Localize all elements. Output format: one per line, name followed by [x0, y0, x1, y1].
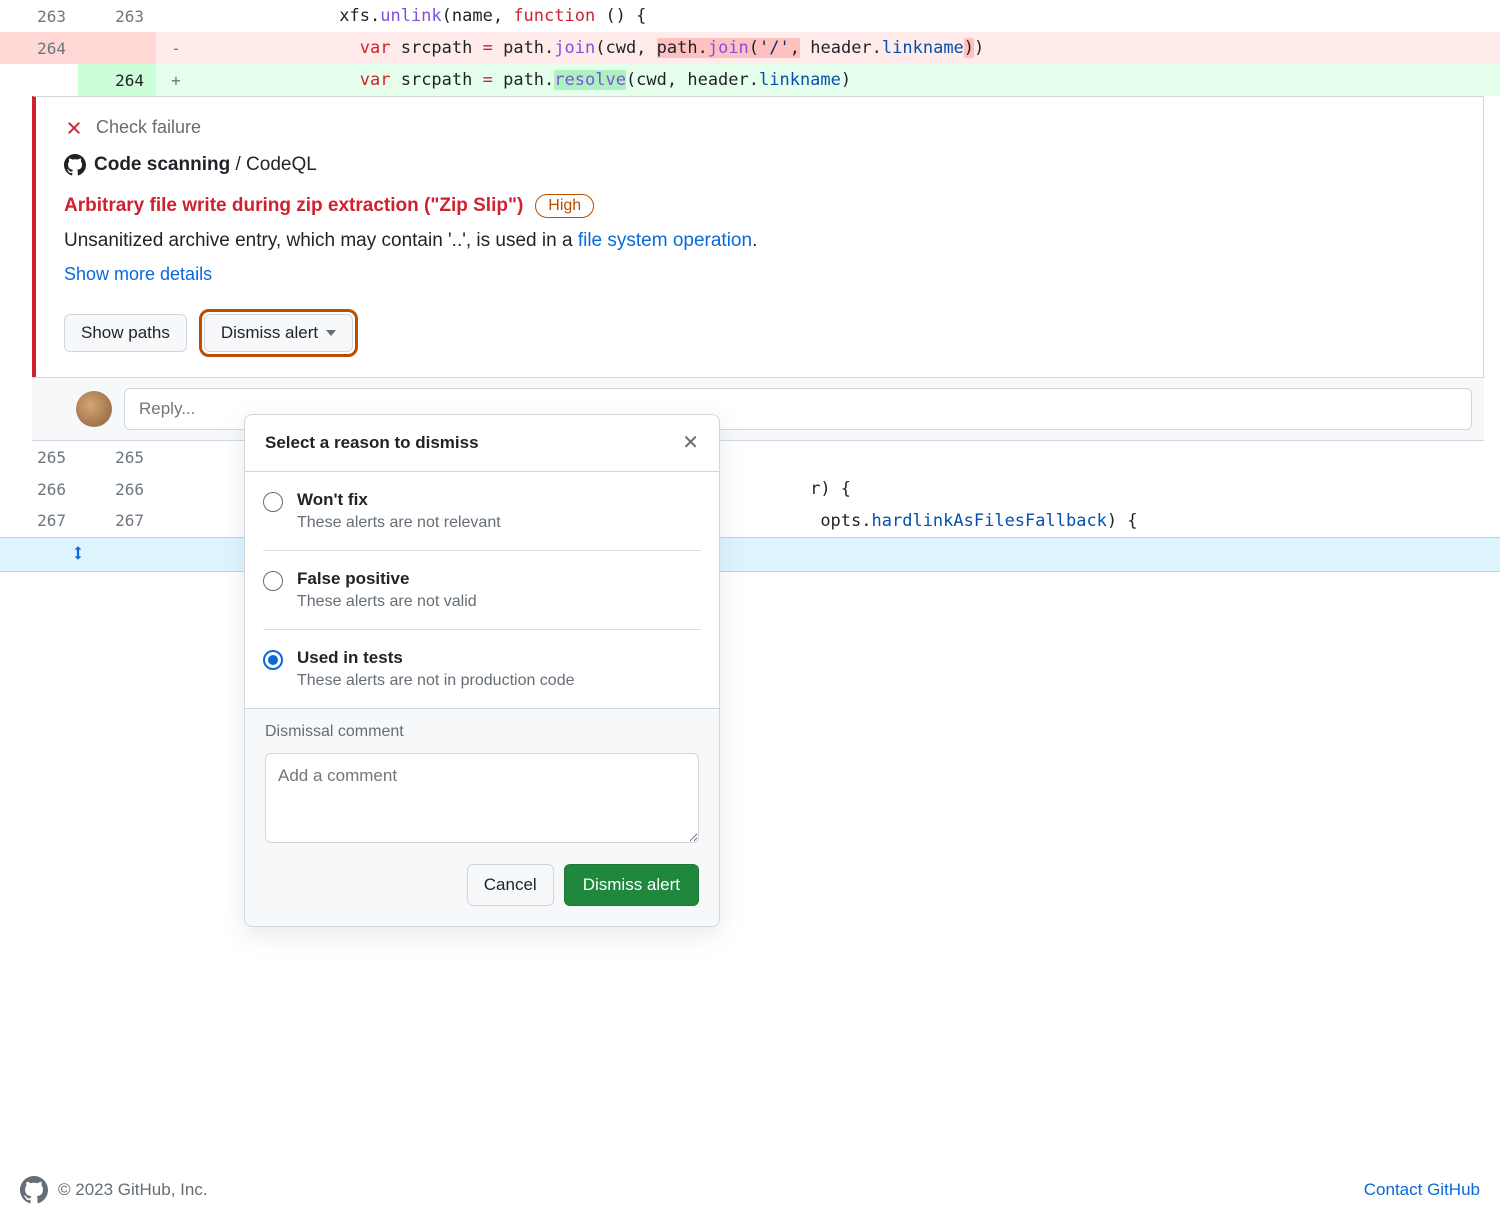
- contact-github-link[interactable]: Contact GitHub: [1364, 1180, 1480, 1200]
- diff-table: 263 263 xfs.unlink(name, function () { 2…: [0, 0, 1500, 96]
- radio-icon: [263, 571, 283, 591]
- line-num-old: 267: [0, 505, 78, 537]
- diff-table-continued: 265 265 266 266 r) { 267 267: [0, 441, 1500, 572]
- dismiss-reason-list: Won't fix These alerts are not relevant …: [245, 472, 719, 708]
- diff-marker: +: [156, 64, 196, 96]
- popover-header: Select a reason to dismiss ✕: [245, 415, 719, 472]
- line-num-old: 264: [0, 32, 78, 64]
- unfold-icon: [69, 544, 87, 562]
- diff-row-context: 267 267 opts.hardlinkAsFilesFallback) {: [0, 505, 1500, 537]
- show-paths-button[interactable]: Show paths: [64, 314, 187, 352]
- dismiss-reason-popover: Select a reason to dismiss ✕ Won't fix T…: [244, 414, 720, 927]
- check-failure-header: Check failure: [36, 97, 1483, 146]
- github-icon: [64, 154, 86, 176]
- popover-actions: Cancel Dismiss alert: [265, 864, 699, 906]
- radio-icon-selected: [263, 650, 283, 670]
- dismiss-alert-confirm-button[interactable]: Dismiss alert: [564, 864, 699, 906]
- diff-row-context: 266 266 r) {: [0, 473, 1500, 505]
- x-icon: [64, 118, 84, 138]
- line-num-old: 266: [0, 473, 78, 505]
- dismissal-comment-label: Dismissal comment: [265, 723, 699, 741]
- diff-row-context: 265 265: [0, 441, 1500, 473]
- expand-hunk-row[interactable]: [0, 537, 1500, 571]
- dismiss-reason-false-positive[interactable]: False positive These alerts are not vali…: [263, 550, 701, 629]
- check-failure-label: Check failure: [96, 117, 201, 138]
- alert-actions: Show paths Dismiss alert: [36, 293, 1483, 377]
- footer: © 2023 GitHub, Inc. Contact GitHub: [0, 1176, 1500, 1204]
- dismiss-reason-wont-fix[interactable]: Won't fix These alerts are not relevant: [263, 472, 701, 550]
- cancel-button[interactable]: Cancel: [467, 864, 554, 906]
- file-system-operation-link[interactable]: file system operation: [578, 230, 752, 251]
- dismiss-reason-used-in-tests[interactable]: Used in tests These alerts are not in pr…: [263, 629, 701, 708]
- code-scanning-alert: Check failure Code scanning / CodeQL Arb…: [32, 96, 1484, 377]
- line-num-new: 267: [78, 505, 156, 537]
- alert-title[interactable]: Arbitrary file write during zip extracti…: [64, 195, 523, 217]
- alert-description: Unsanitized archive entry, which may con…: [36, 226, 1483, 256]
- radio-icon: [263, 492, 283, 512]
- caret-down-icon: [326, 330, 336, 336]
- line-num-new: 265: [78, 441, 156, 473]
- scanner-row: Code scanning / CodeQL: [36, 146, 1483, 184]
- codeql-tool: CodeQL: [246, 154, 317, 175]
- diff-marker: [156, 0, 196, 32]
- diff-row-deletion: 264 - var srcpath = path.join(cwd, path.…: [0, 32, 1500, 64]
- line-num-new: [78, 32, 156, 64]
- diff-row-addition: 264 + var srcpath = path.resolve(cwd, he…: [0, 64, 1500, 96]
- expand-down-button[interactable]: [0, 537, 156, 571]
- diff-marker: [156, 505, 196, 537]
- code-scanning-label: Code scanning: [94, 154, 230, 175]
- diff-marker: -: [156, 32, 196, 64]
- show-more-row: Show more details: [36, 256, 1483, 293]
- avatar[interactable]: [76, 391, 112, 427]
- line-num-old: [0, 64, 78, 96]
- line-num-old: 265: [0, 441, 78, 473]
- code-line[interactable]: var srcpath = path.resolve(cwd, header.l…: [196, 64, 1500, 96]
- alert-title-row: Arbitrary file write during zip extracti…: [36, 184, 1483, 226]
- copyright: © 2023 GitHub, Inc.: [58, 1180, 208, 1200]
- popover-title: Select a reason to dismiss: [265, 433, 479, 453]
- dismissal-comment-section: Dismissal comment Cancel Dismiss alert: [245, 708, 719, 926]
- dismiss-alert-button[interactable]: Dismiss alert: [204, 314, 353, 352]
- code-line[interactable]: var srcpath = path.join(cwd, path.join('…: [196, 32, 1500, 64]
- show-more-details-link[interactable]: Show more details: [64, 264, 212, 284]
- line-num-new: 264: [78, 64, 156, 96]
- dismissal-comment-input[interactable]: [265, 753, 699, 843]
- diff-marker: [156, 441, 196, 473]
- line-num-old: 263: [0, 0, 78, 32]
- code-line[interactable]: xfs.unlink(name, function () {: [196, 0, 1500, 32]
- line-num-new: 266: [78, 473, 156, 505]
- dismiss-alert-highlight: Dismiss alert: [199, 309, 358, 357]
- severity-badge: High: [535, 194, 594, 218]
- close-icon[interactable]: ✕: [682, 433, 699, 453]
- diff-marker: [156, 473, 196, 505]
- github-icon[interactable]: [20, 1176, 48, 1204]
- line-num-new: 263: [78, 0, 156, 32]
- diff-row-context: 263 263 xfs.unlink(name, function () {: [0, 0, 1500, 32]
